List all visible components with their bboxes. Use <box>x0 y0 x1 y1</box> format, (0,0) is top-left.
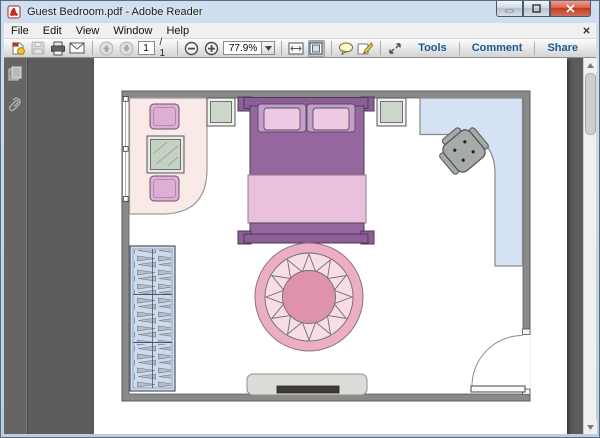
document-area[interactable] <box>28 58 583 434</box>
page-total-label: / 1 <box>158 37 171 59</box>
menu-file[interactable]: File <box>4 24 36 38</box>
comment-bubble-icon <box>338 42 354 55</box>
window-title: Guest Bedroom.pdf - Adobe Reader <box>27 6 203 18</box>
minimize-icon <box>505 4 514 13</box>
fit-width-button[interactable] <box>288 40 305 57</box>
expand-arrows-icon <box>388 42 402 55</box>
maximize-button[interactable] <box>523 1 550 17</box>
zoom-out-button[interactable] <box>184 40 201 57</box>
door-leaf <box>471 386 525 392</box>
window-symbol <box>123 97 129 202</box>
scroll-down-button[interactable] <box>584 420 597 434</box>
page-number-input[interactable]: 1 <box>138 41 155 55</box>
comment-bubble-button[interactable] <box>337 40 354 57</box>
close-icon <box>566 4 575 13</box>
close-document-icon <box>583 27 590 34</box>
adobe-reader-window: Guest Bedroom.pdf - Adobe Reader File Ed… <box>0 0 600 438</box>
fit-page-icon <box>309 42 323 55</box>
arrow-up-icon <box>99 41 114 56</box>
zoom-in-icon <box>204 41 219 56</box>
round-rug <box>255 243 363 351</box>
email-icon <box>69 42 85 54</box>
fit-width-icon <box>288 42 304 55</box>
wardrobe <box>130 246 175 391</box>
print-button[interactable] <box>49 40 66 57</box>
save-button[interactable] <box>30 40 47 57</box>
open-button[interactable] <box>10 40 27 57</box>
scroll-up-icon <box>587 63 594 68</box>
sign-button[interactable] <box>357 40 374 57</box>
email-button[interactable] <box>69 40 86 57</box>
bed <box>238 97 374 244</box>
arrow-down-icon <box>119 41 134 56</box>
menu-edit[interactable]: Edit <box>36 24 69 38</box>
open-icon <box>10 41 26 56</box>
scroll-down-icon <box>587 425 594 430</box>
floor-plan-drawing <box>94 58 567 434</box>
pdf-app-icon <box>7 5 21 19</box>
corner-seating <box>130 98 208 214</box>
glass-table <box>147 136 184 173</box>
close-button[interactable] <box>550 1 591 17</box>
menu-help[interactable]: Help <box>159 24 196 38</box>
next-page-button[interactable] <box>118 40 135 57</box>
scrollbar-thumb[interactable] <box>585 73 596 135</box>
save-icon <box>31 41 45 55</box>
print-icon <box>50 41 66 56</box>
nightstand-right <box>377 98 406 126</box>
comment-panel-button[interactable]: Comment <box>460 42 535 54</box>
share-button[interactable]: Share <box>535 42 590 54</box>
pdf-page <box>94 58 567 434</box>
menu-window[interactable]: Window <box>106 24 159 38</box>
menu-bar: File Edit View Window Help <box>4 23 596 39</box>
minimize-button[interactable] <box>496 1 523 17</box>
sign-icon <box>357 42 373 55</box>
zoom-dropdown-button[interactable] <box>262 41 275 55</box>
title-bar[interactable]: Guest Bedroom.pdf - Adobe Reader <box>1 1 599 23</box>
fullscreen-button[interactable] <box>387 40 404 57</box>
attachments-icon[interactable] <box>9 96 23 114</box>
chevron-down-icon <box>265 46 272 51</box>
navigation-sidebar <box>4 58 28 434</box>
zoom-out-icon <box>184 41 199 56</box>
zoom-level-combo[interactable]: 77.9% <box>223 41 275 55</box>
nightstand-left <box>207 98 235 126</box>
zoom-in-button[interactable] <box>203 40 220 57</box>
page-thumbnails-icon[interactable] <box>8 66 23 82</box>
close-document-button[interactable] <box>583 25 590 37</box>
tv-bench <box>247 374 367 395</box>
tools-button[interactable]: Tools <box>406 42 459 54</box>
maximize-icon <box>532 4 541 13</box>
document-workspace <box>4 58 596 434</box>
bed-blanket <box>248 175 366 223</box>
vertical-scrollbar[interactable] <box>583 58 596 434</box>
scroll-up-button[interactable] <box>584 58 597 72</box>
fit-page-button[interactable] <box>308 40 325 57</box>
toolbar: 1 / 1 77.9% <box>4 39 596 58</box>
menu-view[interactable]: View <box>69 24 107 38</box>
zoom-level-value[interactable]: 77.9% <box>223 41 262 55</box>
previous-page-button[interactable] <box>98 40 115 57</box>
tv-screen <box>277 386 339 393</box>
